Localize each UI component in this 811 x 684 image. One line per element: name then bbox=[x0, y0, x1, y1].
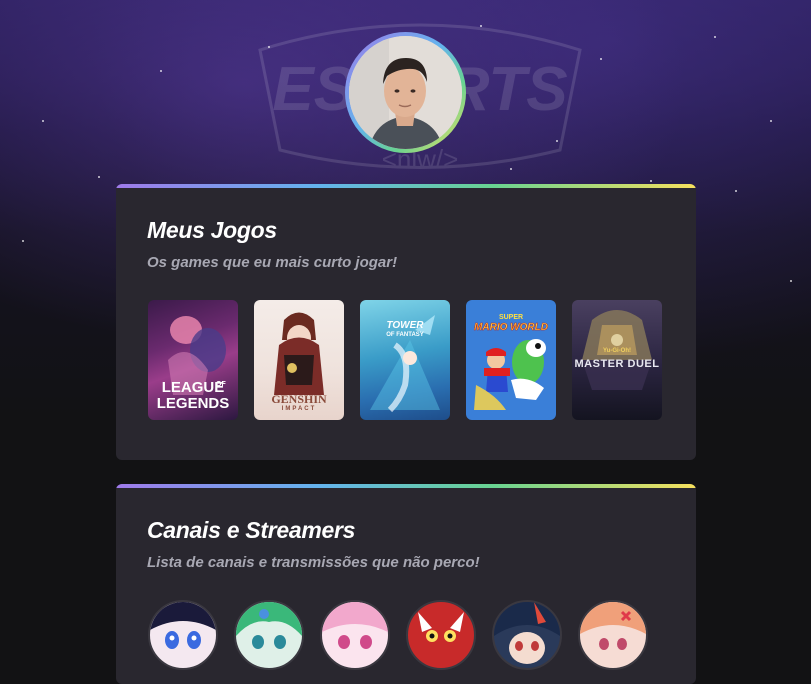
avatar-photo bbox=[349, 36, 462, 149]
streamers-card: Canais e Streamers Lista de canais e tra… bbox=[116, 484, 696, 684]
anime-avatar-blue-eyes-icon bbox=[150, 602, 216, 649]
anime-avatar-orange-hair-icon bbox=[580, 602, 646, 650]
anime-avatar-dark-hair-icon bbox=[494, 602, 560, 664]
gradient-border bbox=[116, 184, 696, 188]
tower-title-line2: OF FANTASY bbox=[386, 332, 424, 338]
streamers-title: Canais e Streamers bbox=[147, 517, 356, 543]
streamer-avatar-2[interactable] bbox=[234, 600, 304, 670]
tower-title-line1: TOWER bbox=[386, 320, 424, 331]
games-card: Meus Jogos Os games que eu mais curto jo… bbox=[116, 184, 696, 460]
streamer-avatar-6[interactable] bbox=[578, 600, 648, 670]
league-title-line2: LEGENDS bbox=[156, 395, 230, 412]
master-duel-title-line2: MASTER DUEL bbox=[574, 358, 660, 370]
streamer-avatar-1[interactable] bbox=[148, 600, 218, 670]
streamer-avatar-3[interactable] bbox=[320, 600, 390, 670]
game-card-genshin-impact[interactable]: GENSHIN IMPACT bbox=[254, 300, 344, 420]
game-card-master-duel[interactable]: Yu-Gi-Oh! MASTER DUEL bbox=[572, 300, 662, 420]
genshin-title-line2: IMPACT bbox=[281, 406, 317, 412]
genshin-title-line1: GENSHIN bbox=[271, 392, 327, 406]
games-title: Meus Jogos bbox=[147, 217, 277, 243]
tower-cover-art bbox=[370, 315, 440, 413]
streamer-avatar-4[interactable] bbox=[406, 600, 476, 670]
streamer-avatar-5[interactable] bbox=[492, 600, 562, 670]
anime-avatar-pink-hair-icon bbox=[322, 602, 388, 649]
profile-avatar[interactable] bbox=[345, 32, 466, 153]
streamers-subtitle: Lista de canais e transmissões que não p… bbox=[147, 554, 480, 571]
game-card-league-of-legends[interactable]: LEAGUE OF LEGENDS bbox=[148, 300, 238, 420]
game-card-tower-of-fantasy[interactable]: TOWER OF FANTASY bbox=[360, 300, 450, 420]
league-title-of: OF bbox=[216, 381, 226, 388]
master-duel-title-line1: Yu-Gi-Oh! bbox=[603, 348, 631, 354]
mario-title-line1: SUPER bbox=[498, 314, 524, 321]
anime-avatar-red-mascot-icon bbox=[418, 612, 464, 642]
game-card-super-mario-world[interactable]: SUPER MARIO WORLD bbox=[466, 300, 556, 420]
games-subtitle: Os games que eu mais curto jogar! bbox=[147, 254, 398, 271]
mario-title-line2: MARIO WORLD bbox=[474, 322, 548, 334]
person-photo-icon bbox=[349, 36, 462, 149]
gradient-border bbox=[116, 484, 696, 488]
anime-avatar-green-hair-icon bbox=[236, 602, 302, 649]
